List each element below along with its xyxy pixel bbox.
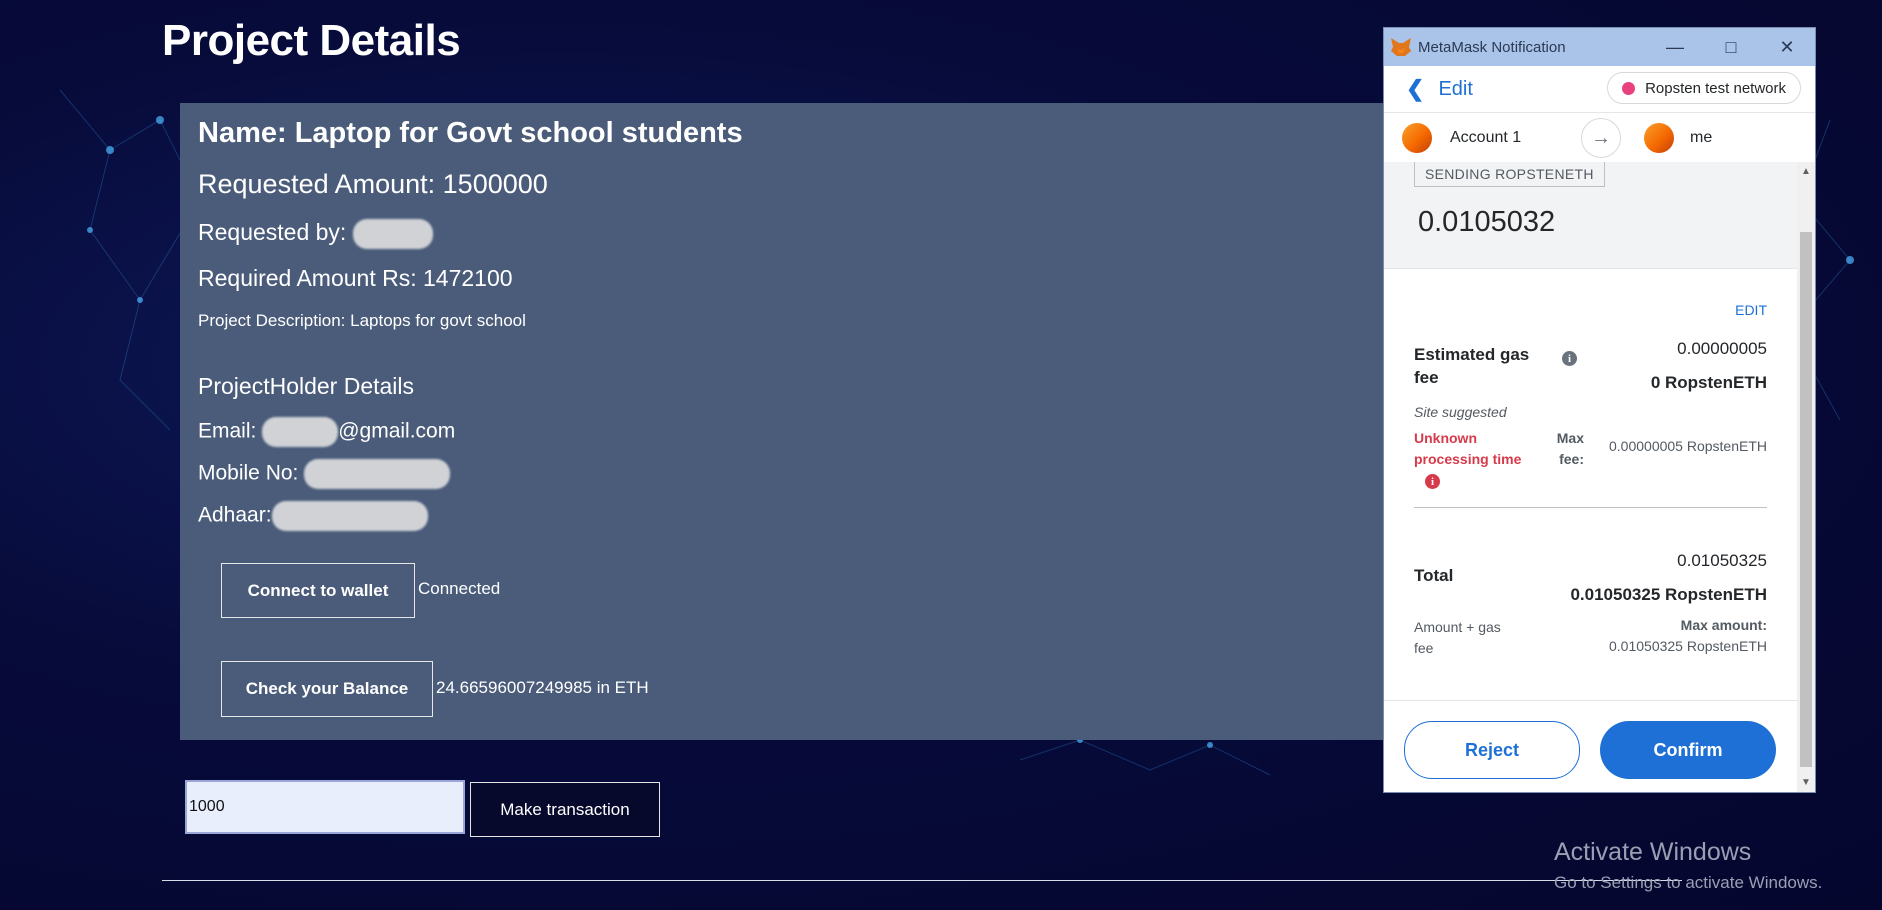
footer-divider <box>162 880 1682 881</box>
from-account: Account 1 <box>1384 123 1602 153</box>
network-name: Ropsten test network <box>1645 79 1786 97</box>
scroll-up-icon[interactable]: ▲ <box>1797 166 1815 177</box>
unknown-processing-time: Unknown processing time <box>1414 430 1522 467</box>
page-title: Project Details <box>162 16 461 65</box>
project-name: Name: Laptop for Govt school students <box>198 117 743 149</box>
max-fee-label: Max fee: <box>1556 430 1584 467</box>
chevron-left-icon: ❮ <box>1406 76 1425 101</box>
requested-by-label: Requested by: <box>198 219 347 246</box>
total-label: Total <box>1414 566 1454 585</box>
max-fee-value: 0.00000005 RopstenETH <box>1609 438 1767 454</box>
required-amount: Required Amount Rs: 1472100 <box>198 265 513 291</box>
edit-back-button[interactable]: ❮ Edit <box>1406 76 1473 102</box>
email-suffix: @gmail.com <box>338 419 456 443</box>
connect-wallet-button[interactable]: Connect to wallet <box>221 563 415 618</box>
confirm-scroll-area: SENDING ROPSTENETH 0.0105032 EDIT Estima… <box>1384 162 1797 792</box>
window-title: MetaMask Notification <box>1418 38 1566 56</box>
total-value: 0.01050325 <box>1677 551 1767 570</box>
check-balance-button[interactable]: Check your Balance <box>221 661 433 717</box>
scroll-down-icon[interactable]: ▼ <box>1797 777 1815 788</box>
edit-back-label: Edit <box>1438 77 1473 100</box>
action-footer: Reject Confirm <box>1384 700 1797 792</box>
scrollbar[interactable]: ▲ ▼ <box>1797 162 1815 792</box>
send-amount: 0.0105032 <box>1418 206 1556 238</box>
amount-input[interactable] <box>185 780 465 834</box>
metamask-fox-icon <box>1391 38 1411 56</box>
activate-windows-title: Activate Windows <box>1554 838 1752 866</box>
site-suggested: Site suggested <box>1414 404 1507 420</box>
holder-heading: ProjectHolder Details <box>198 373 415 399</box>
make-transaction-button[interactable]: Make transaction <box>470 782 660 837</box>
arrow-right-icon: → <box>1581 118 1621 158</box>
redacted-email <box>262 417 339 447</box>
metamask-window: MetaMask Notification — □ ✕ ❮ Edit Ropst… <box>1384 28 1815 792</box>
redacted-name <box>352 219 433 249</box>
maximize-icon[interactable]: □ <box>1703 37 1759 58</box>
holder-adhaar: Adhaar: <box>198 501 428 531</box>
email-label: Email: <box>198 419 257 443</box>
network-dot-icon <box>1622 81 1636 95</box>
mobile-label: Mobile No: <box>198 461 299 485</box>
from-avatar <box>1402 123 1432 153</box>
activate-windows-hint: Go to Settings to activate Windows. <box>1554 873 1823 892</box>
balance-value: 24.66596007249985 in ETH <box>436 678 649 697</box>
reject-button[interactable]: Reject <box>1404 721 1580 779</box>
holder-mobile: Mobile No: <box>198 459 451 489</box>
redacted-mobile <box>304 459 451 489</box>
amount-gas-label: Amount + gas fee <box>1414 619 1501 656</box>
to-avatar <box>1644 123 1674 153</box>
total-value-bold: 0.01050325 RopstenETH <box>1570 585 1767 604</box>
max-amount-label: Max amount: <box>1680 617 1767 633</box>
warning-info-icon[interactable]: i <box>1425 474 1440 489</box>
windows-activation-watermark: Activate Windows Go to Settings to activ… <box>1554 838 1822 893</box>
holder-email: Email: @gmail.com <box>198 417 455 447</box>
send-summary: SENDING ROPSTENETH 0.0105032 <box>1384 162 1797 269</box>
fee-divider <box>1414 507 1767 508</box>
adhaar-label: Adhaar: <box>198 503 272 527</box>
metamask-header: ❮ Edit Ropsten test network <box>1384 66 1815 113</box>
fee-details: EDIT Estimated gas fee i 0.00000005 0 Ro… <box>1384 269 1797 699</box>
network-selector[interactable]: Ropsten test network <box>1607 72 1801 104</box>
redacted-adhaar <box>271 501 428 531</box>
metamask-titlebar: MetaMask Notification — □ ✕ <box>1384 28 1815 66</box>
project-description: Project Description: Laptops for govt sc… <box>198 311 526 330</box>
connection-status: Connected <box>418 579 501 598</box>
scrollbar-thumb[interactable] <box>1800 232 1812 767</box>
minimize-icon[interactable]: — <box>1647 37 1703 58</box>
to-account-name: me <box>1690 129 1713 146</box>
gas-fee-label: Estimated gas fee <box>1414 345 1530 387</box>
account-row: Account 1 → me <box>1384 113 1815 164</box>
project-card: Name: Laptop for Govt school students Re… <box>180 103 1390 740</box>
from-account-name: Account 1 <box>1450 129 1522 146</box>
gas-fee-value: 0.00000005 <box>1677 339 1767 358</box>
edit-gas-link[interactable]: EDIT <box>1735 302 1767 318</box>
gas-fee-value-bold: 0 RopstenETH <box>1650 373 1767 392</box>
confirm-button[interactable]: Confirm <box>1600 721 1776 779</box>
info-icon[interactable]: i <box>1562 351 1577 366</box>
close-icon[interactable]: ✕ <box>1759 37 1815 58</box>
requested-amount: Requested Amount: 1500000 <box>198 169 548 199</box>
max-amount-value: 0.01050325 RopstenETH <box>1609 638 1767 654</box>
send-type-tag: SENDING ROPSTENETH <box>1414 162 1605 187</box>
requested-by: Requested by: <box>198 219 433 249</box>
